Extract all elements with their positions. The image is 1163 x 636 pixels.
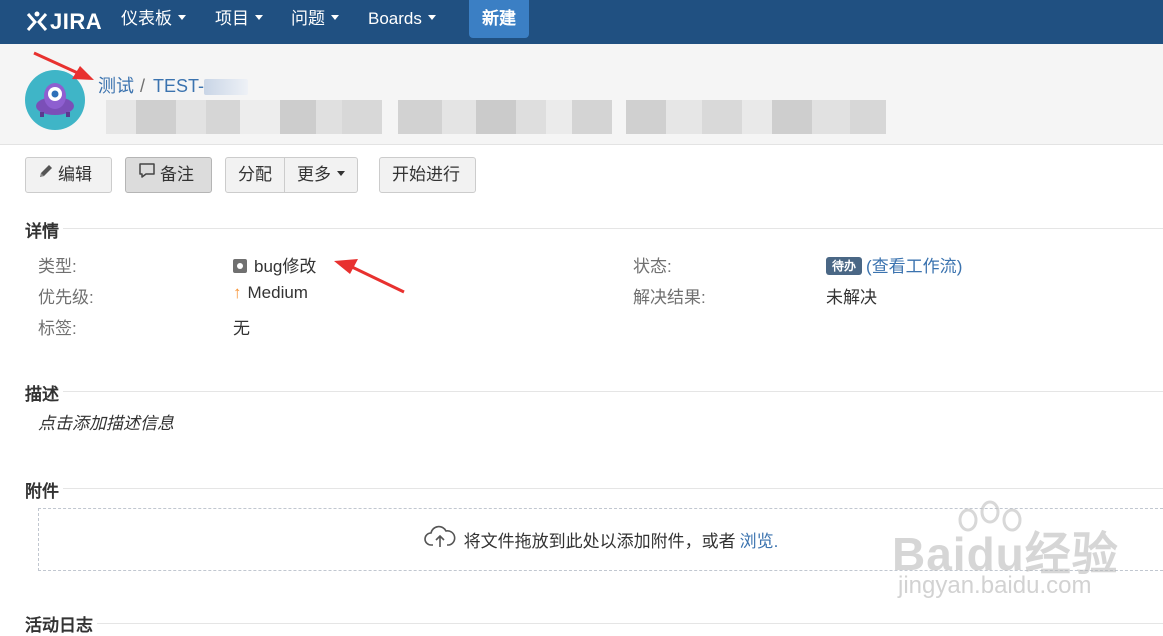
dropzone-text: 将文件拖放到此处以添加附件，或者 [463,532,736,551]
status-badge[interactable]: 待办 [826,256,863,275]
comment-button-label: 备注 [160,165,194,184]
nav-issues[interactable]: 问题 [291,0,339,44]
caret-down-icon [178,15,186,21]
description-placeholder[interactable]: 点击添加描述信息 [38,409,174,434]
status-label: 状态: [633,257,672,276]
project-avatar[interactable] [25,70,85,130]
start-progress-button[interactable]: 开始进行 [379,157,476,193]
cloud-upload-icon [423,525,456,554]
nav-dashboards-label: 仪表板 [121,9,172,28]
breadcrumb-separator: / [140,76,146,96]
annotation-arrow-type [334,259,405,294]
browse-link[interactable]: 浏览. [740,527,779,552]
caret-down-icon [255,15,263,21]
nav-projects-label: 项目 [215,9,249,28]
activity-heading: 活动日志 [25,611,97,636]
description-divider [25,391,1163,392]
status-value: 待办 (查看工作流) [826,252,962,277]
priority-up-arrow-icon: ↑ [233,283,242,302]
logo-text: JIRA [50,9,103,34]
redacted-issue-number [204,79,249,96]
type-label: 类型: [38,257,77,276]
attachments-divider [25,488,1163,489]
bug-type-icon [233,258,247,273]
activity-divider [25,623,1163,624]
assign-button[interactable]: 分配 [225,157,285,193]
resolution-value: 未解决 [826,288,877,307]
create-button[interactable]: 新建 [469,0,529,38]
assign-more-button-group: 分配 更多 [225,157,358,193]
priority-label: 优先级: [38,288,94,307]
details-divider [25,228,1163,229]
workflow-close-paren: ) [956,257,963,276]
resolution-label: 解决结果: [633,288,706,307]
priority-value[interactable]: ↑ Medium [233,283,308,303]
description-heading: 描述 [25,380,63,405]
labels-label: 标签: [38,319,77,338]
labels-value[interactable]: 无 [233,314,250,339]
breadcrumb: 测试 / TEST- [98,72,249,98]
nav-issues-label: 问题 [291,9,325,28]
nav-dashboards[interactable]: 仪表板 [121,0,186,44]
breadcrumb-issue-key-link[interactable]: TEST- [153,76,249,96]
watermark-url: jingyan.baidu.com [898,572,1092,599]
more-button[interactable]: 更多 [285,157,358,193]
top-navigation-bar: JIRA 仪表板 项目 问题 Boards 新建 [0,0,1163,44]
details-heading: 详情 [25,217,63,242]
nav-boards-label: Boards [368,9,422,28]
nav-boards[interactable]: Boards [368,0,436,44]
issue-summary-redacted[interactable] [106,100,886,134]
more-button-label: 更多 [297,165,331,184]
attachment-dropzone[interactable]: 将文件拖放到此处以添加附件，或者 浏览. [38,508,1163,571]
edit-button[interactable]: 编辑 [25,157,112,193]
edit-button-label: 编辑 [58,165,92,184]
caret-down-icon [331,15,339,21]
comment-button[interactable]: 备注 [125,157,212,193]
type-value-text: bug修改 [254,257,317,276]
caret-down-icon [427,15,436,21]
jira-logo-icon [26,11,48,31]
view-workflow-link[interactable]: 查看工作流 [872,257,957,276]
comment-icon [138,157,156,191]
priority-value-text: Medium [247,283,308,302]
pencil-icon [38,157,54,191]
nav-projects[interactable]: 项目 [215,0,263,44]
breadcrumb-project-link[interactable]: 测试 [98,76,134,96]
caret-down-icon [337,171,345,177]
type-value[interactable]: bug修改 [233,252,316,277]
jira-logo[interactable]: JIRA [26,7,102,37]
issue-key-prefix: TEST- [153,76,205,96]
issue-header: 测试 / TEST- [0,44,1163,145]
attachments-heading: 附件 [25,477,63,502]
